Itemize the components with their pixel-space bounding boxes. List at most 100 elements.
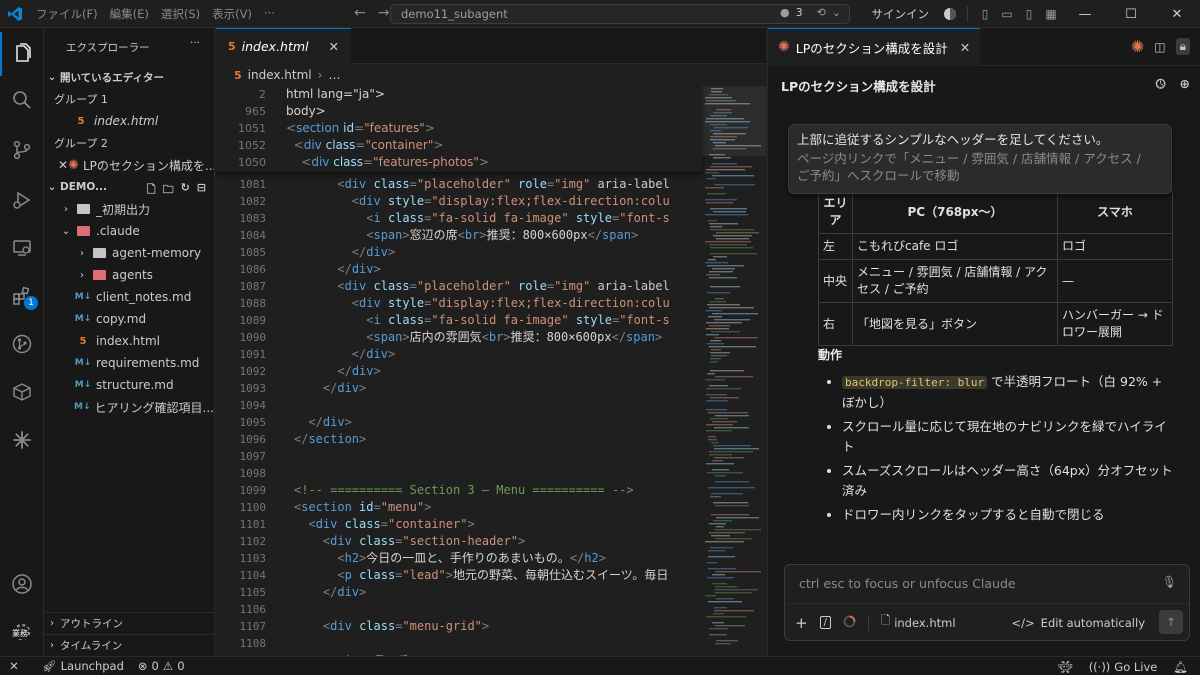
signin-button[interactable]: サインイン [872,6,930,22]
code-line[interactable]: 1095 </div> [216,414,702,431]
source-control-icon[interactable] [0,128,44,172]
user-prompt-bubble[interactable]: 上部に追従するシンプルなヘッダーを足してください。 ページ内リンクで「メニュー … [788,124,1172,194]
tree-item-folder[interactable]: › _初期出力 [44,198,214,220]
menu-view[interactable]: 表示(V) [206,6,258,22]
manage-gear-icon[interactable]: 業務 [0,610,44,654]
code-line[interactable]: 1083 <i class="fa-solid fa-image" style=… [216,210,702,227]
microphone-icon[interactable]: 🎙︎ [1162,575,1177,589]
code-line[interactable]: 1089 <i class="fa-solid fa-image" style=… [216,312,702,329]
launchpad-item[interactable]: 🚀︎ Launchpad [42,659,124,673]
remote-indicator-icon[interactable]: ✕ [0,657,28,675]
code-line[interactable]: 1091 </div> [216,346,702,363]
workspace-header[interactable]: ⌄ DEMO... 🗋 🗀 ↻ ⊟ [44,176,214,198]
breadcrumb-file[interactable]: index.html [248,68,312,82]
customize-layout-icon[interactable]: ▦ [1040,0,1062,28]
remote-explorer-icon[interactable] [0,226,44,270]
code-line[interactable]: 1106 [216,601,702,618]
code-line[interactable]: 1102 <div class="section-header"> [216,533,702,550]
code-line[interactable]: 1101 <div class="container"> [216,516,702,533]
code-line[interactable]: 1105 </div> [216,584,702,601]
tree-item-file[interactable]: M↓ requirements.md [44,352,214,374]
edit-mode-toggle[interactable]: </> Edit automatically [1012,616,1145,630]
code-line[interactable]: 1086 </div> [216,261,702,278]
maximize-button[interactable]: ☐ [1108,0,1154,28]
code-line[interactable]: 1084 <span>窓辺の席<br>推奨：800×600px</span> [216,227,702,244]
code-line[interactable]: 1107 <div class="menu-grid"> [216,618,702,635]
tree-item-file[interactable]: M↓ ヒアリング確認項目... [44,396,214,418]
split-editor-icon[interactable]: ◫ [1154,40,1165,54]
code-line[interactable]: 1082 <div style="display:flex;flex-direc… [216,193,702,210]
code-line[interactable]: 1100 <section id="menu"> [216,499,702,516]
go-live-button[interactable]: ((·)) Go Live [1089,660,1158,674]
claude-icon[interactable] [0,418,44,462]
tree-item-folder[interactable]: ⌄ .claude [44,220,214,242]
timeline-header[interactable]: › タイムライン [44,634,214,656]
menu-more[interactable]: ··· [258,6,281,22]
send-button[interactable]: ↑ [1159,610,1183,634]
copilot-icon[interactable] [939,0,961,28]
layout-panel-icon[interactable]: ▭ [996,0,1018,28]
tree-item-folder[interactable]: › agents [44,264,214,286]
close-icon[interactable]: ✕ [960,40,970,55]
notifications-bell-icon[interactable]: 🔔︎ [1173,660,1188,674]
tree-item-file[interactable]: M↓ client_notes.md [44,286,214,308]
sticky-line[interactable]: 1050 <div class="features-photos"> [216,154,702,171]
chevron-down-icon[interactable]: ⌄ [832,6,841,19]
open-editor-claude-chat[interactable]: ✕ ✺ LPのセクション構成を... [44,154,214,176]
code-line[interactable]: 1097 [216,448,702,465]
command-center-search[interactable]: demo11_subagent ● 3 ⟲ ⌄ [390,4,850,24]
menu-edit[interactable]: 編集(E) [104,6,155,22]
sticky-scroll[interactable]: 2 html lang="ja"> 965 body> 1051 <section id=… [216,86,702,172]
minimap[interactable] [702,86,766,656]
forward-arrow-icon[interactable]: → [378,5,390,21]
explorer-icon[interactable] [0,32,44,76]
context-usage-icon[interactable] [843,615,856,631]
new-chat-icon[interactable]: ⊕ [1180,76,1190,92]
search-icon[interactable] [0,78,44,122]
open-editors-header[interactable]: ⌄ 開いているエディター [44,66,214,88]
tree-item-file[interactable]: M↓ copy.md [44,308,214,330]
chat-input-box[interactable]: ctrl esc to focus or unfocus Claude 🎙︎ +… [784,564,1190,641]
extensions-icon[interactable]: 1 [0,274,44,318]
code-line[interactable]: 1099 <!-- ========== Section 3 — Menu ===… [216,482,702,499]
claude-spark-icon[interactable]: ✺ [1131,37,1144,56]
tree-item-folder[interactable]: › agent-memory [44,242,214,264]
code-line[interactable]: 1085 </div> [216,244,702,261]
open-editor-index-html[interactable]: 5 index.html [44,110,214,132]
code-line[interactable]: 1088 <div style="display:flex;flex-direc… [216,295,702,312]
sticky-line[interactable]: 1051 <section id="features"> [216,120,702,137]
tree-item-file[interactable]: 5 index.html [44,330,214,352]
problems-item[interactable]: ⊗ 0 ⚠ 0 [138,659,185,673]
code-line[interactable]: 1090 <span>店内の雰囲気<br>推奨：800×600px</span> [216,329,702,346]
code-line[interactable]: 1081 <div class="placeholder" role="img"… [216,176,702,193]
code-line[interactable]: 1092 </div> [216,363,702,380]
breadcrumb-more[interactable]: … [328,68,340,82]
add-context-icon[interactable]: + [795,614,808,632]
tab-claude-chat[interactable]: ✺ LPのセクション構成を設計 ✕ [768,28,981,66]
run-debug-icon[interactable] [0,178,44,222]
code-line[interactable]: 1103 <h2>今日の一皿と、手作りのあまいもの。</h2> [216,550,702,567]
tab-index-html[interactable]: 5 index.html ✕ [216,28,352,64]
sticky-line[interactable]: 1052 <div class="container"> [216,137,702,154]
close-window-button[interactable]: ✕ [1154,0,1200,28]
history-icon[interactable]: 🕓︎ [1156,76,1166,92]
code-line[interactable]: 1108 [216,635,702,652]
sticky-line[interactable]: 965 body> [216,103,702,120]
lock-icon[interactable]: 🔒︎ [1175,38,1190,55]
git-graph-icon[interactable] [0,322,44,366]
menu-selection[interactable]: 選択(S) [155,6,206,22]
close-icon[interactable]: ✕ [58,158,68,172]
code-line[interactable]: 1098 [216,465,702,482]
code-line[interactable]: 1104 <p class="lead">地元の野菜、毎朝仕込むスイーツ。毎日 [216,567,702,584]
minimize-button[interactable]: — [1062,0,1108,28]
layout-auxbar-icon[interactable]: ▯ [1018,0,1040,28]
chat-sync-icon[interactable]: ⟲ [817,6,826,19]
code-line[interactable]: 1087 <div class="placeholder" role="img"… [216,278,702,295]
sticky-line[interactable]: 2 html lang="ja"> [216,86,702,103]
close-icon[interactable]: ✕ [329,39,339,54]
more-actions-icon[interactable]: ··· [190,37,200,49]
package-icon[interactable] [0,370,44,414]
code-line[interactable]: 1096 </section> [216,431,702,448]
chat-input-placeholder[interactable]: ctrl esc to focus or unfocus Claude [799,576,1016,591]
menu-file[interactable]: ファイル(F) [30,6,104,22]
